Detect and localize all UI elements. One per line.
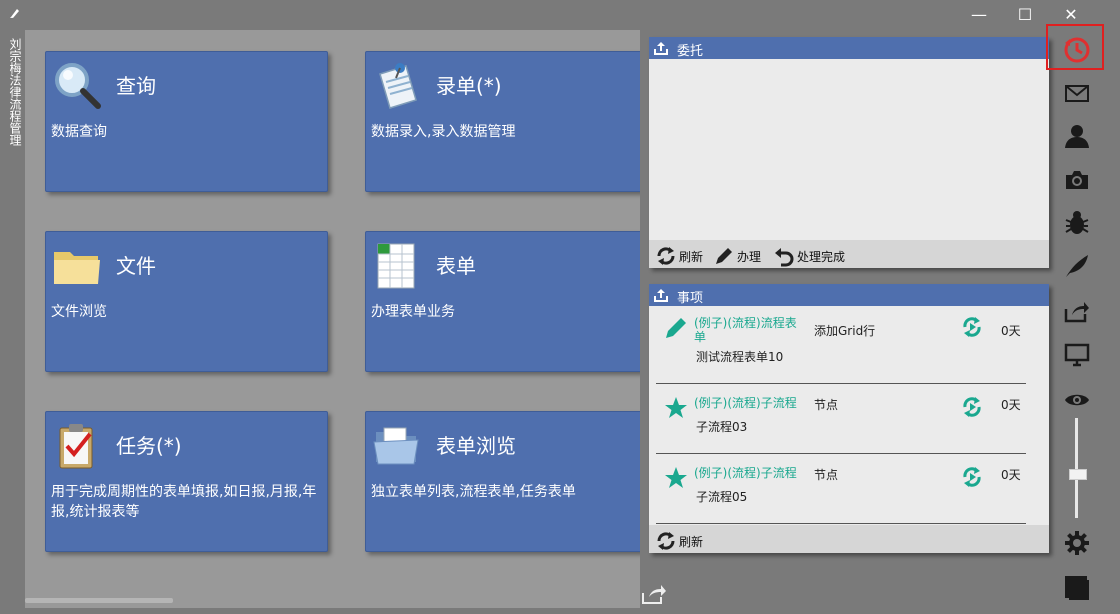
task-days: 0天 [1001,324,1021,338]
task-subtitle: 子流程03 [696,420,748,434]
title-bar [0,0,1120,30]
document-pin-icon [379,63,417,109]
tile-desc: 独立表单列表,流程表单,任务表单 [371,484,576,500]
feather-icon[interactable] [1064,253,1090,279]
mail-icon[interactable] [1064,80,1090,106]
eye-icon[interactable] [1064,387,1090,413]
user-icon[interactable] [1064,123,1090,149]
task-days: 0天 [1001,398,1021,412]
tile-entry[interactable]: 录单(*) 数据录入,录入数据管理 [365,51,640,192]
row-divider [656,523,1026,524]
tile-name: 表单 [436,254,476,278]
task-days: 0天 [1001,468,1021,482]
flow-cycle-icon[interactable] [961,316,983,338]
panel-footer: 刷新 [649,525,1049,553]
zoom-slider-thumb[interactable] [1069,469,1087,480]
upload-icon [654,42,668,55]
tile-desc: 办理表单业务 [371,304,455,320]
task-row[interactable]: (例子)(流程)子流程 节点 子流程05 0天 [656,458,1026,528]
panel-header: 事项 [649,284,1049,306]
task-row[interactable]: (例子)(流程)流程表单 添加Grid行 测试流程表单10 0天 [656,308,1026,378]
done-button[interactable]: 处理完成 [773,245,853,267]
refresh-label: 刷新 [679,250,704,264]
refresh-icon [657,247,675,265]
task-title[interactable]: (例子)(流程)流程表单 [694,316,804,344]
panel-footer: 刷新 办理 处理完成 [649,240,1049,268]
right-toolbar [1054,30,1100,608]
flow-cycle-icon[interactable] [961,466,983,488]
done-label: 处理完成 [797,250,846,264]
tile-desc: 文件浏览 [51,304,107,320]
refresh-button[interactable]: 刷新 [655,530,709,550]
tile-desc: 用于完成周期性的表单填报,如日报,月报,年报,统计报表等 [51,484,317,520]
tile-files[interactable]: 文件 文件浏览 [45,231,328,372]
tile-name: 录单(*) [436,74,502,98]
panel-title: 委托 [677,44,704,59]
refresh-icon [657,532,675,550]
panel-title: 事项 [677,291,704,306]
task-title[interactable]: (例子)(流程)子流程 [694,396,804,410]
star-icon [665,467,687,488]
task-title[interactable]: (例子)(流程)子流程 [694,466,804,480]
tile-query[interactable]: 查询 数据查询 [45,51,328,192]
share-icon[interactable] [641,583,667,605]
tile-desc: 数据录入,录入数据管理 [371,124,516,140]
star-icon [665,397,687,418]
refresh-button[interactable]: 刷新 [655,245,709,265]
tile-task[interactable]: 任务(*) 用于完成周期性的表单填报,如日报,月报,年报,统计报表等 [45,411,328,552]
refresh-label: 刷新 [679,535,704,549]
task-step: 添加Grid行 [814,324,876,338]
pen-icon [8,6,24,22]
pencil-icon [666,318,686,338]
tile-name: 文件 [116,254,156,278]
clipboard-check-icon [59,424,93,469]
upload-icon [654,289,668,302]
row-divider [656,453,1026,454]
magnifier-icon [55,63,101,109]
undo-icon [775,248,794,267]
flow-cycle-icon[interactable] [961,396,983,418]
tile-form-browse[interactable]: 表单浏览 独立表单列表,流程表单,任务表单 [365,411,640,552]
tile-desc: 数据查询 [51,124,107,140]
tile-area: 查询 数据查询 录单(*) 数据录入,录入数据管理 文件 文件浏览 表单 办理表… [25,30,640,608]
side-title: 刘宗梅法律流程管理 [8,38,22,146]
tasks-panel: 事项 (例子)(流程)流程表单 添加Grid行 测试流程表单10 0天 (例子)… [649,284,1049,553]
zoom-slider-track[interactable] [1075,418,1078,518]
task-row[interactable]: (例子)(流程)子流程 节点 子流程03 0天 [656,388,1026,458]
maximize-button[interactable]: ☐ [1002,3,1048,27]
tile-name: 查询 [116,74,156,98]
task-step: 节点 [814,468,839,482]
monitor-icon[interactable] [1064,342,1090,368]
panel-header: 委托 [649,37,1049,59]
task-subtitle: 测试流程表单10 [696,350,784,364]
minimize-button[interactable]: — [956,3,1002,27]
bug-icon[interactable] [1064,210,1090,236]
horizontal-scrollbar[interactable] [25,598,173,603]
tile-name: 表单浏览 [436,434,516,458]
tile-form[interactable]: 表单 办理表单业务 [365,231,640,372]
row-divider [656,383,1026,384]
task-subtitle: 子流程05 [696,490,748,504]
spreadsheet-icon [377,243,415,289]
pencil-icon [716,248,732,264]
task-step: 节点 [814,398,839,412]
share-icon[interactable] [1064,298,1090,324]
history-highlight-box [1046,24,1104,70]
theme-icon[interactable] [1064,575,1090,601]
delegate-panel: 委托 刷新 办理 处理完成 [649,37,1049,268]
folder-icon [54,252,100,284]
camera-icon[interactable] [1064,167,1090,193]
handle-label: 办理 [737,250,762,264]
handle-button[interactable]: 办理 [713,245,767,265]
gear-icon[interactable] [1064,530,1090,556]
open-folder-icon [373,427,419,465]
tile-name: 任务(*) [116,434,182,458]
